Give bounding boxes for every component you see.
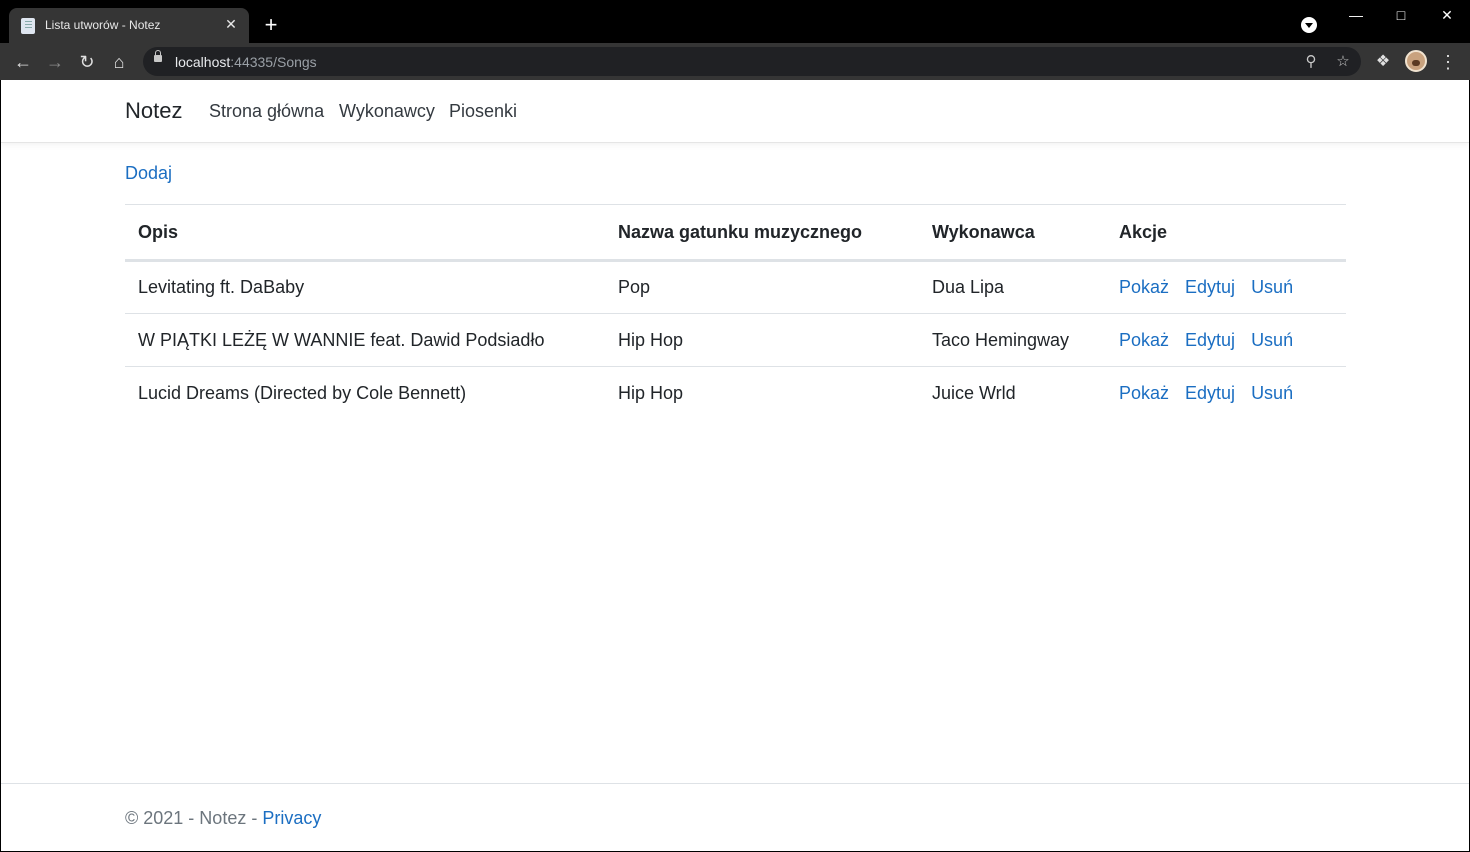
show-link[interactable]: Pokaż <box>1119 383 1169 403</box>
page-favicon-icon <box>21 18 35 34</box>
browser-title-bar: Lista utworów - Notez ✕ + — □ ✕ <box>0 0 1470 43</box>
url-text[interactable]: localhost:44335/Songs <box>175 54 317 70</box>
edit-link[interactable]: Edytuj <box>1185 330 1235 350</box>
song-artist: Taco Hemingway <box>932 329 1070 350</box>
delete-link[interactable]: Usuń <box>1251 330 1293 350</box>
table-row: Lucid Dreams (Directed by Cole Bennett) … <box>125 367 1346 420</box>
page-viewport: Notez Strona główna Wykonawcy Piosenki D… <box>1 80 1469 851</box>
url-path: :44335/Songs <box>230 54 317 70</box>
address-bar[interactable]: localhost:44335/Songs ⚲ ☆ <box>143 47 1361 76</box>
show-link[interactable]: Pokaż <box>1119 330 1169 350</box>
table-row: Levitating ft. DaBaby Pop Dua Lipa Pokaż… <box>125 261 1346 314</box>
song-description: Levitating ft. DaBaby <box>138 277 305 297</box>
site-footer: © 2021 - Notez - Privacy <box>1 783 1469 851</box>
song-description: W PIĄTKI LEŻĘ W WANNIE feat. Dawid Podsi… <box>138 329 545 350</box>
lock-icon[interactable] <box>154 50 162 62</box>
song-artist: Juice Wrld <box>932 382 1016 403</box>
zoom-icon[interactable]: ⚲ <box>1300 51 1322 73</box>
song-actions: Pokaż Edytuj Usuń <box>1106 367 1346 420</box>
forward-icon[interactable]: → <box>42 49 68 75</box>
reload-icon[interactable]: ↻ <box>74 49 100 75</box>
table-header-row: Opis Nazwa gatunku muzycznego Wykonawca … <box>125 204 1346 261</box>
bookmark-star-icon[interactable]: ☆ <box>1332 51 1354 73</box>
minimize-icon[interactable]: — <box>1333 0 1379 32</box>
brand-link[interactable]: Notez <box>125 98 182 124</box>
browser-toolbar: ← → ↻ ⌂ localhost:44335/Songs ⚲ ☆ ❖ ⋮ <box>0 43 1470 80</box>
delete-link[interactable]: Usuń <box>1251 277 1293 297</box>
edit-link[interactable]: Edytuj <box>1185 383 1235 403</box>
site-navbar: Notez Strona główna Wykonawcy Piosenki <box>1 80 1469 143</box>
privacy-link[interactable]: Privacy <box>262 808 321 828</box>
song-genre: Pop <box>618 277 651 297</box>
nav-artists-link[interactable]: Wykonawcy <box>339 101 435 122</box>
copyright-text: © 2021 - Notez - <box>125 808 263 828</box>
new-tab-icon[interactable]: + <box>260 14 282 36</box>
column-header-genre: Nazwa gatunku muzycznego <box>618 221 863 242</box>
close-tab-icon[interactable]: ✕ <box>221 14 241 34</box>
tab-title: Lista utworów - Notez <box>45 18 161 32</box>
edit-link[interactable]: Edytuj <box>1185 277 1235 297</box>
song-artist: Dua Lipa <box>932 277 1005 297</box>
column-header-description: Opis <box>138 221 179 242</box>
home-icon[interactable]: ⌂ <box>106 49 132 75</box>
back-icon[interactable]: ← <box>10 49 36 75</box>
close-window-icon[interactable]: ✕ <box>1424 0 1470 32</box>
song-genre: Hip Hop <box>618 329 684 350</box>
column-header-actions: Akcje <box>1119 221 1168 242</box>
tab-search-icon[interactable] <box>1301 17 1317 33</box>
songs-table: Opis Nazwa gatunku muzycznego Wykonawca … <box>125 204 1346 420</box>
column-header-artist: Wykonawca <box>932 221 1035 242</box>
song-genre: Hip Hop <box>618 382 684 403</box>
show-link[interactable]: Pokaż <box>1119 277 1169 297</box>
menu-kebab-icon[interactable]: ⋮ <box>1435 49 1461 75</box>
song-actions: Pokaż Edytuj Usuń <box>1106 314 1346 367</box>
add-song-link[interactable]: Dodaj <box>125 163 172 184</box>
nav-songs-link[interactable]: Piosenki <box>449 101 517 122</box>
extensions-icon[interactable]: ❖ <box>1370 49 1396 75</box>
song-description: Lucid Dreams (Directed by Cole Bennett) <box>138 382 467 403</box>
maximize-icon[interactable]: □ <box>1378 0 1424 32</box>
delete-link[interactable]: Usuń <box>1251 383 1293 403</box>
footer-text: © 2021 - Notez - Privacy <box>125 808 321 829</box>
profile-avatar[interactable] <box>1405 50 1427 72</box>
song-actions: Pokaż Edytuj Usuń <box>1106 261 1346 314</box>
browser-tab[interactable]: Lista utworów - Notez ✕ <box>9 8 249 43</box>
nav-home-link[interactable]: Strona główna <box>209 101 324 122</box>
table-row: W PIĄTKI LEŻĘ W WANNIE feat. Dawid Podsi… <box>125 314 1346 367</box>
url-host: localhost <box>175 54 231 70</box>
